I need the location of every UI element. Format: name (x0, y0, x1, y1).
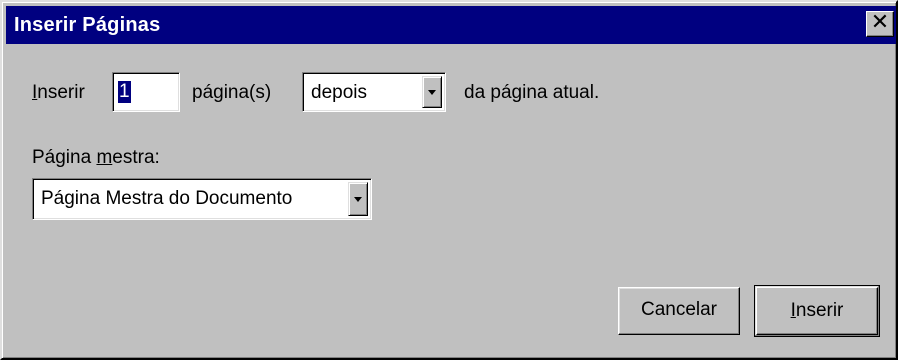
insert-button-label: nserir (795, 300, 844, 321)
insert-label: Inserir (32, 82, 85, 103)
master-page-value: Página Mestra do Documento (41, 188, 293, 209)
pages-unit-label: página(s) (192, 82, 272, 103)
cancel-button-label: Cancelar (640, 299, 718, 320)
close-icon: ✕ (870, 10, 890, 35)
insert-position-value: depois (311, 82, 367, 103)
master-page-label: Página mestra: (32, 147, 160, 168)
master-page-select[interactable]: Página Mestra do Documento (32, 178, 372, 220)
current-page-suffix-label: da página atual. (464, 82, 600, 103)
close-button[interactable]: ✕ (866, 11, 894, 37)
page-count-input[interactable]: 1 (112, 72, 180, 112)
page-count-value: 1 (118, 81, 131, 103)
insert-button-face: Inserir (756, 287, 878, 335)
insert-button[interactable]: Inserir (754, 285, 880, 337)
chevron-down-icon[interactable] (348, 182, 368, 216)
dialog-title: Inserir Páginas (14, 14, 161, 36)
cancel-button[interactable]: Cancelar (618, 287, 740, 335)
title-bar[interactable]: Inserir Páginas ✕ (6, 6, 896, 44)
insert-pages-dialog: Inserir Páginas ✕ Inserir 1 página(s) de… (0, 0, 898, 360)
insert-position-select[interactable]: depois (302, 72, 446, 112)
chevron-down-icon[interactable] (422, 76, 442, 108)
